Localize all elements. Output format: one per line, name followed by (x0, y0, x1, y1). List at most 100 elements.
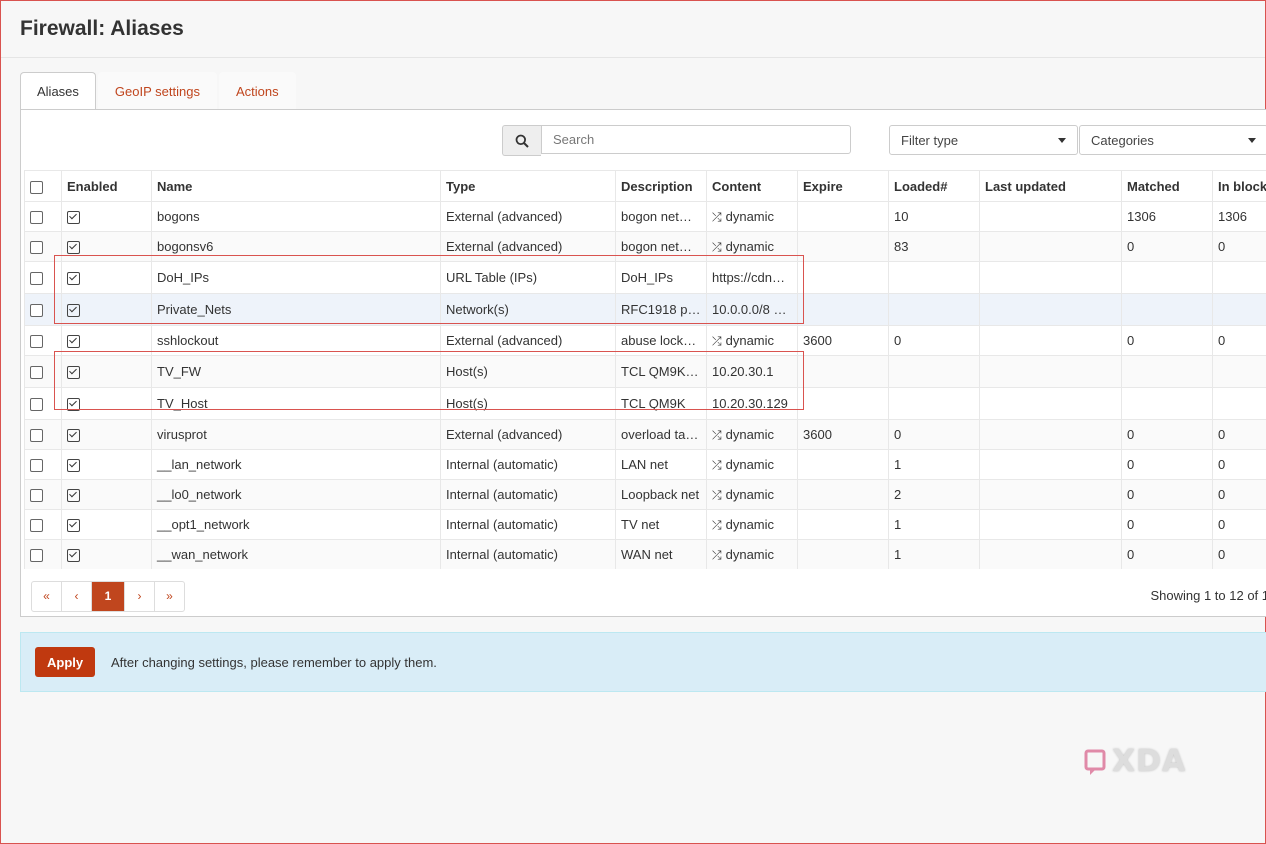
content-value: dynamic (725, 456, 775, 472)
aliases-table: Enabled Name Type Description Content Ex… (24, 170, 1266, 569)
table-row[interactable]: bogonsv6 External (advanced) bogon net… ⤮ dy… (24, 231, 1266, 262)
column-header[interactable]: Content (706, 170, 798, 202)
enabled-toggle-icon[interactable] (67, 549, 80, 563)
row-select-cell (24, 355, 62, 388)
row-checkbox[interactable] (30, 211, 43, 225)
expire-cell (797, 201, 889, 232)
row-checkbox[interactable] (30, 272, 43, 286)
last-updated-cell (979, 293, 1122, 326)
in-block-cell (1212, 387, 1266, 420)
column-header[interactable]: In block (1212, 170, 1266, 202)
column-header[interactable]: Last updated (979, 170, 1122, 202)
enabled-toggle-icon[interactable] (67, 459, 80, 473)
select-all-cell (24, 170, 62, 202)
search-icon[interactable] (502, 125, 541, 156)
description-cell: Loopback net (615, 479, 707, 510)
last-updated-cell (979, 355, 1122, 388)
table-row[interactable]: Private_Nets Network(s) RFC1918 pr… 10.0.0.… (24, 293, 1266, 326)
tab-aliases[interactable]: Aliases (20, 72, 96, 112)
column-header[interactable]: Description (615, 170, 707, 202)
content-cell: ⤮ dynamic (706, 231, 798, 262)
last-updated-cell (979, 539, 1122, 569)
row-select-cell (24, 509, 62, 540)
column-header[interactable]: Enabled (61, 170, 152, 202)
categories-dropdown[interactable]: Categories (1079, 125, 1266, 155)
filter-type-dropdown[interactable]: Filter type (889, 125, 1078, 155)
row-checkbox[interactable] (30, 549, 43, 563)
shuffle-icon: ⤮ (712, 547, 722, 562)
apply-button[interactable]: Apply (35, 647, 96, 677)
enabled-toggle-icon[interactable] (67, 241, 80, 255)
name-cell: virusprot (151, 419, 441, 450)
column-header[interactable]: Expire (797, 170, 889, 202)
table-row[interactable]: sshlockout External (advanced) abuse lock…… (24, 325, 1266, 356)
row-checkbox[interactable] (30, 519, 43, 533)
matched-cell: 0 (1121, 419, 1213, 450)
name-cell: sshlockout (151, 325, 441, 356)
next-page-button[interactable]: › (125, 582, 155, 611)
last-updated-cell (979, 201, 1122, 232)
description-cell: LAN net (615, 449, 707, 480)
row-checkbox[interactable] (30, 366, 43, 380)
expire-cell (797, 479, 889, 510)
table-row[interactable]: TV_Host Host(s) TCL QM9K 10.20.30.129 (24, 387, 1266, 420)
enabled-toggle-icon[interactable] (67, 304, 80, 318)
expire-cell (797, 449, 889, 480)
table-row[interactable]: virusprot External (advanced) overload ta…… (24, 419, 1266, 450)
showing-count: Showing 1 to 12 of 1 (1150, 588, 1266, 603)
row-checkbox[interactable] (30, 489, 43, 503)
table-row[interactable]: __lo0_network Internal (automatic) Loopbac… (24, 479, 1266, 510)
page-1-button[interactable]: 1 (92, 582, 125, 611)
table-row[interactable]: __lan_network Internal (automatic) LAN net… (24, 449, 1266, 480)
enabled-toggle-icon[interactable] (67, 272, 80, 286)
table-row[interactable]: __wan_network Internal (automatic) WAN net… (24, 539, 1266, 569)
enabled-cell (61, 293, 152, 326)
shuffle-icon: ⤮ (712, 333, 722, 348)
content-value: dynamic (725, 426, 775, 442)
column-header[interactable]: Matched (1121, 170, 1213, 202)
tab-actions[interactable]: Actions (218, 72, 296, 111)
tab-geoip-settings[interactable]: GeoIP settings (97, 72, 217, 111)
row-checkbox[interactable] (30, 429, 43, 443)
table-row[interactable]: __opt1_network Internal (automatic) TV net… (24, 509, 1266, 540)
name-cell: __opt1_network (151, 509, 441, 540)
type-cell: Internal (automatic) (440, 509, 616, 540)
search-input[interactable] (541, 125, 851, 154)
matched-cell: 0 (1121, 509, 1213, 540)
loaded-cell: 2 (888, 479, 980, 510)
loaded-cell (888, 293, 980, 326)
column-header[interactable]: Type (440, 170, 616, 202)
table-row[interactable]: DoH_IPs URL Table (IPs) DoH_IPs https://cdn… (24, 261, 1266, 294)
prev-page-button[interactable]: ‹ (62, 582, 92, 611)
row-checkbox[interactable] (30, 241, 43, 255)
last-page-button[interactable]: » (155, 582, 184, 611)
first-page-button[interactable]: « (32, 582, 62, 611)
enabled-toggle-icon[interactable] (67, 519, 80, 533)
column-header[interactable]: Loaded# (888, 170, 980, 202)
loaded-cell: 10 (888, 201, 980, 232)
table-row[interactable]: bogons External (advanced) bogon net… ⤮ dyna… (24, 201, 1266, 232)
table-row[interactable]: TV_FW Host(s) TCL QM9K … 10.20.30.1 (24, 355, 1266, 388)
in-block-cell: 0 (1212, 231, 1266, 262)
content-cell: ⤮ dynamic (706, 419, 798, 450)
enabled-cell (61, 355, 152, 388)
name-cell: __lo0_network (151, 479, 441, 510)
enabled-toggle-icon[interactable] (67, 211, 80, 225)
filter-type-label: Filter type (901, 132, 959, 148)
select-all-checkbox[interactable] (30, 180, 43, 194)
row-checkbox[interactable] (30, 459, 43, 473)
content-cell: 10.0.0.0/8 1… (706, 293, 798, 326)
enabled-toggle-icon[interactable] (67, 398, 80, 412)
enabled-toggle-icon[interactable] (67, 429, 80, 443)
row-select-cell (24, 325, 62, 356)
enabled-toggle-icon[interactable] (67, 335, 80, 349)
enabled-toggle-icon[interactable] (67, 366, 80, 380)
column-header[interactable]: Name (151, 170, 441, 202)
enabled-cell (61, 449, 152, 480)
loaded-cell: 1 (888, 509, 980, 540)
row-checkbox[interactable] (30, 304, 43, 318)
description-cell: DoH_IPs (615, 261, 707, 294)
row-checkbox[interactable] (30, 398, 43, 412)
row-checkbox[interactable] (30, 335, 43, 349)
enabled-toggle-icon[interactable] (67, 489, 80, 503)
